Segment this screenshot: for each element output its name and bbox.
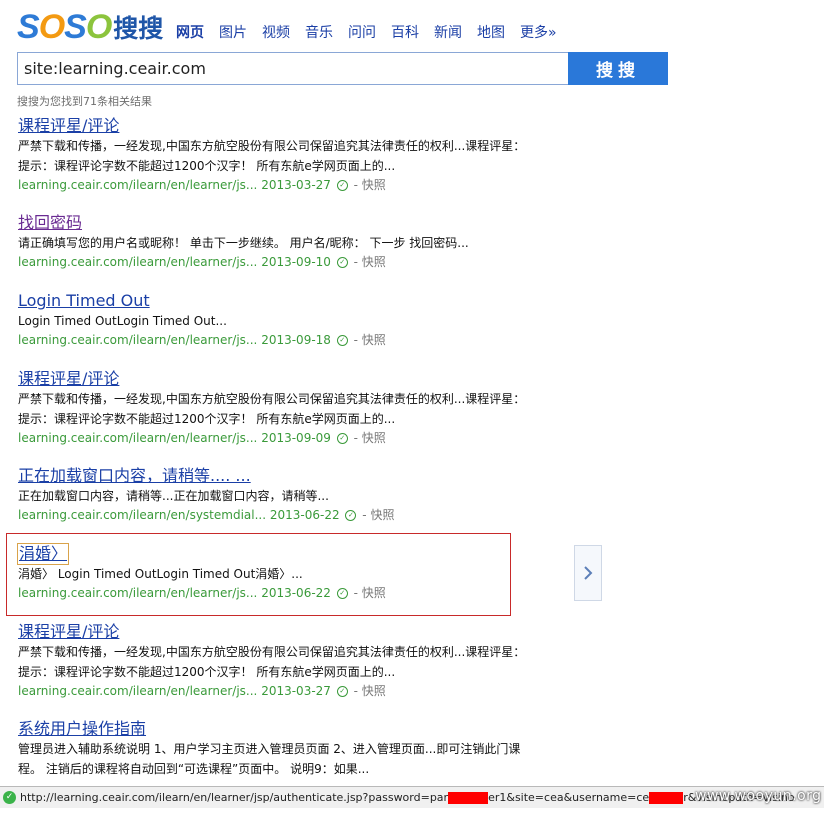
result-url: learning.ceair.com/ilearn/en/systemdial.… [18, 508, 267, 522]
result-count: 搜搜为您找到71条相关结果 [17, 95, 152, 108]
result-snippet: 严禁下载和传播，一经发现,中国东方航空股份有限公司保留追究其法律责任的权利...… [18, 392, 526, 406]
result-date: 2013-06-22 [269, 508, 340, 522]
search-input[interactable] [17, 52, 568, 85]
snapshot-link[interactable]: 快照 [362, 333, 386, 347]
logo-letter: O [85, 8, 112, 46]
result-snippet: Login Timed OutLogin Timed Out... [18, 314, 227, 328]
result-url: learning.ceair.com/ilearn/en/learner/js.… [18, 178, 258, 192]
nav-web[interactable]: 网页 [176, 22, 204, 42]
verified-check-icon: ✓ [336, 335, 348, 346]
verified-check-icon: ✓ [336, 180, 348, 191]
nav-wenwen[interactable]: 问问 [348, 22, 376, 42]
result-url-line: learning.ceair.com/ilearn/en/learner/js.… [18, 333, 386, 347]
result-snippet: 提示：课程评论字数不能超过1200个汉字！ 所有东航e学网页面上的... [18, 412, 396, 426]
soso-logo[interactable]: SOSO 搜搜 [17, 6, 163, 46]
status-url-part2: er1&site=cea&username=ce [488, 791, 650, 804]
result-title[interactable]: 课程评星/评论 [18, 369, 119, 389]
watermark: www.wooyun.org [695, 788, 822, 804]
result-snippet: 管理员进入辅助系统说明 1、用户学习主页进入管理员页面 2、进入管理页面...即… [18, 742, 521, 756]
result-date: 2013-09-09 [261, 431, 331, 445]
secure-status-icon: ✓ [3, 791, 16, 804]
result-url: learning.ceair.com/ilearn/en/learner/js.… [18, 255, 258, 269]
nav-more[interactable]: 更多» [520, 22, 557, 42]
chevron-right-icon [584, 566, 593, 580]
result-title[interactable]: 找回密码 [18, 213, 82, 233]
logo-latin: SOSO [17, 8, 112, 46]
result-date: 2013-03-27 [261, 684, 331, 698]
result-title[interactable]: 课程评星/评论 [18, 116, 119, 136]
highlight-box [6, 533, 511, 616]
result-url-line: learning.ceair.com/ilearn/en/learner/js.… [18, 684, 386, 698]
result-snippet: 严禁下载和传播，一经发现,中国东方航空股份有限公司保留追究其法律责任的权利...… [18, 645, 526, 659]
result-url: learning.ceair.com/ilearn/en/learner/js.… [18, 684, 258, 698]
result-date: 2013-09-18 [261, 333, 331, 347]
result-snippet: 严禁下载和传播，一经发现,中国东方航空股份有限公司保留追究其法律责任的权利...… [18, 139, 526, 153]
result-url-line: learning.ceair.com/ilearn/en/systemdial.… [18, 508, 395, 522]
result-item: 课程评星/评论 严禁下载和传播，一经发现,中国东方航空股份有限公司保留追究其法律… [18, 369, 588, 466]
result-item: 找回密码 请正确填写您的用户名或昵称！ 单击下一步继续。 用户名/昵称： 下一步… [18, 213, 588, 291]
search-bar: 搜搜 [17, 52, 668, 85]
nav-images[interactable]: 图片 [219, 22, 247, 42]
status-url-part1: http://learning.ceair.com/ilearn/en/lear… [20, 791, 449, 804]
result-item: 课程评星/评论 严禁下载和传播，一经发现,中国东方航空股份有限公司保留追究其法律… [18, 116, 588, 213]
snapshot-link[interactable]: 快照 [362, 684, 386, 698]
verified-check-icon: ✓ [345, 510, 357, 521]
redaction-bar [448, 791, 489, 804]
result-url: learning.ceair.com/ilearn/en/learner/js.… [18, 333, 258, 347]
result-url-line: learning.ceair.com/ilearn/en/learner/js.… [18, 178, 386, 192]
verified-check-icon: ✓ [336, 433, 348, 444]
result-title[interactable]: 正在加载窗口内容，请稍等.... ... [18, 466, 251, 486]
nav-map[interactable]: 地图 [477, 22, 505, 42]
verified-check-icon: ✓ [336, 257, 348, 268]
result-date: 2013-09-10 [261, 255, 331, 269]
result-date: 2013-03-27 [261, 178, 331, 192]
result-snippet: 请正确填写您的用户名或昵称！ 单击下一步继续。 用户名/昵称： 下一步 找回密码… [18, 236, 469, 250]
result-snippet: 提示：课程评论字数不能超过1200个汉字！ 所有东航e学网页面上的... [18, 665, 396, 679]
nav-baike[interactable]: 百科 [391, 22, 419, 42]
result-title[interactable]: 系统用户操作指南 [18, 719, 146, 739]
logo-letter: O [38, 8, 65, 46]
result-title[interactable]: 课程评星/评论 [18, 622, 119, 642]
result-url: learning.ceair.com/ilearn/en/learner/js.… [18, 431, 258, 445]
preview-arrow-button[interactable] [574, 545, 602, 601]
verified-check-icon: ✓ [336, 686, 348, 697]
logo-chinese: 搜搜 [113, 14, 164, 43]
snapshot-link[interactable]: 快照 [362, 255, 386, 269]
results-list: 课程评星/评论 严禁下载和传播，一经发现,中国东方航空股份有限公司保留追究其法律… [16, 116, 588, 816]
nav-news[interactable]: 新闻 [434, 22, 462, 42]
snapshot-link[interactable]: 快照 [362, 178, 386, 192]
logo-letter: S [17, 8, 40, 46]
nav-music[interactable]: 音乐 [305, 22, 333, 42]
snapshot-link[interactable]: 快照 [370, 508, 394, 522]
result-title[interactable]: Login Timed Out [18, 291, 150, 311]
result-snippet: 正在加载窗口内容，请稍等...正在加载窗口内容，请稍等... [18, 489, 329, 503]
logo-letter: S [64, 8, 87, 46]
result-url-line: learning.ceair.com/ilearn/en/learner/js.… [18, 255, 386, 269]
result-snippet: 提示：课程评论字数不能超过1200个汉字！ 所有东航e学网页面上的... [18, 159, 396, 173]
search-button[interactable]: 搜搜 [568, 52, 668, 85]
snapshot-link[interactable]: 快照 [362, 431, 386, 445]
result-snippet: 程。 注销后的课程将自动回到“可选课程”页面中。 说明9：如果... [18, 762, 370, 776]
result-item: Login Timed Out Login Timed OutLogin Tim… [18, 291, 588, 369]
nav-video[interactable]: 视频 [262, 22, 290, 42]
vertical-nav: 网页 图片 视频 音乐 问问 百科 新闻 地图 更多» [176, 22, 572, 42]
result-url-line: learning.ceair.com/ilearn/en/learner/js.… [18, 431, 386, 445]
result-item: 课程评星/评论 严禁下载和传播，一经发现,中国东方航空股份有限公司保留追究其法律… [18, 622, 588, 719]
redaction-bar [649, 791, 684, 804]
